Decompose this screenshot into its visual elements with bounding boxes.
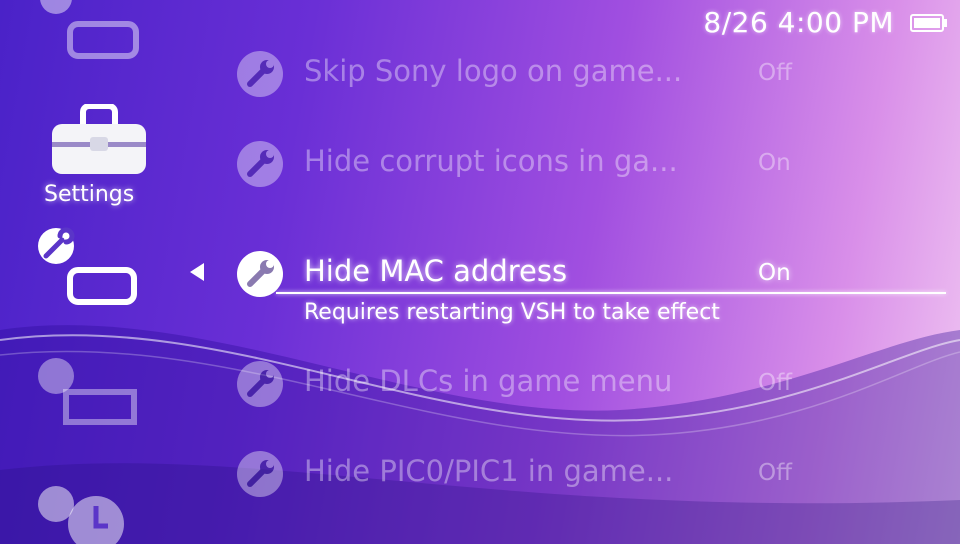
category-label: Settings <box>44 182 135 207</box>
menu-item-value: Off <box>758 60 792 86</box>
screen-settings-icon[interactable] <box>36 358 140 428</box>
system-settings-icon[interactable] <box>36 226 140 310</box>
wrench-icon <box>237 51 283 97</box>
menu-item-value: Off <box>758 460 792 486</box>
menu-item-description: Requires restarting VSH to take effect <box>304 300 720 325</box>
toolbox-icon <box>52 104 146 174</box>
date-time-settings-icon[interactable] <box>36 484 136 544</box>
menu-item-skip-sony-logo[interactable]: Skip Sony logo on game... Off <box>236 50 936 110</box>
wrench-icon <box>237 451 283 497</box>
clock: 8/26 4:00 PM <box>703 6 894 39</box>
settings-partial-icon <box>40 0 139 59</box>
selection-arrow-icon <box>190 263 204 281</box>
menu-item-hide-corrupt-icons[interactable]: Hide corrupt icons in ga... On <box>236 140 936 200</box>
menu-item-value: On <box>758 260 791 286</box>
menu-item-hide-dlcs[interactable]: Hide DLCs in game menu Off <box>236 360 936 420</box>
menu-item-label: Hide corrupt icons in ga... <box>304 144 678 178</box>
selection-underline <box>276 292 946 294</box>
menu-item-value: Off <box>758 370 792 396</box>
wrench-icon <box>237 141 283 187</box>
menu-item-label: Hide MAC address <box>304 254 568 288</box>
menu-item-label: Hide PIC0/PIC1 in game... <box>304 454 674 488</box>
wrench-icon <box>237 361 283 407</box>
menu-item-label: Hide DLCs in game menu <box>304 364 673 398</box>
menu-item-label: Skip Sony logo on game... <box>304 54 683 88</box>
status-bar: 8/26 4:00 PM <box>703 6 948 39</box>
menu-item-hide-pic0-pic1[interactable]: Hide PIC0/PIC1 in game... Off <box>236 450 936 510</box>
wrench-icon <box>237 251 283 297</box>
menu-item-value: On <box>758 150 791 176</box>
battery-icon <box>910 13 947 32</box>
